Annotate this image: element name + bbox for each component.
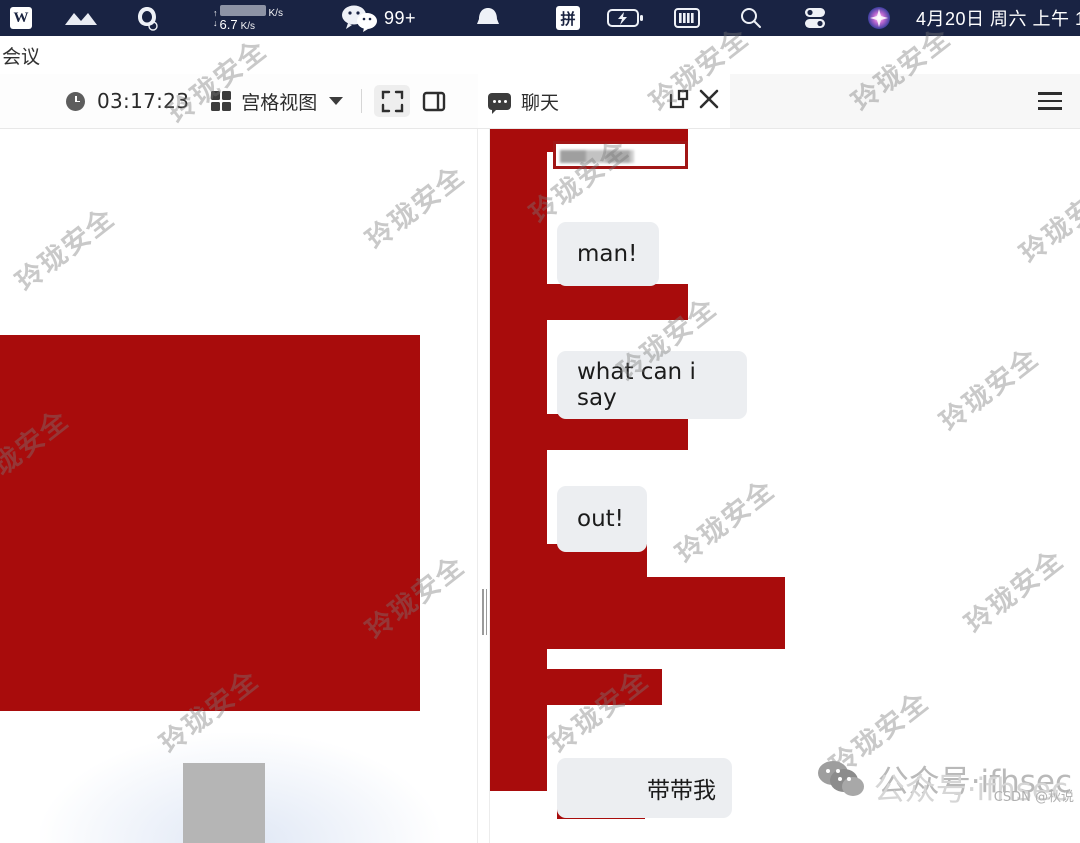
redaction-block: [547, 414, 688, 450]
redaction-block: [547, 577, 785, 649]
meeting-app-window: 会议 03:17:23 宫格视图 聊天 man! what can i say …: [0, 36, 1080, 843]
download-arrow-icon: ↓: [213, 18, 218, 28]
mountain-icon-svg: [65, 13, 97, 25]
wechat-dot: [837, 776, 842, 781]
network-arrows: ↑ ↓: [213, 8, 218, 28]
chat-header-actions: [668, 88, 730, 115]
toolbar-right-strip: [730, 74, 1080, 128]
toolbar-left-group: 03:17:23 宫格视图: [0, 74, 452, 128]
redaction-block: [547, 669, 662, 705]
fullscreen-button[interactable]: [374, 85, 411, 117]
wechat-unread-badge: 99+: [383, 7, 417, 28]
menu-bar-left-icons: W ↑ ↓ K/s 6.7 K/s 99+ 拼: [0, 0, 598, 36]
redaction-block: [0, 335, 420, 711]
video-stage[interactable]: [0, 129, 477, 843]
battery-charging-icon-svg: [607, 9, 643, 27]
hamburger-menu-icon[interactable]: [1032, 74, 1068, 128]
chat-panel-title: 聊天: [521, 91, 560, 114]
search-icon[interactable]: [720, 0, 782, 36]
split-view-icon: [423, 91, 446, 111]
input-method-glyph: 拼: [556, 6, 580, 30]
blurred-name: [560, 150, 634, 163]
wechat-dot: [846, 776, 851, 781]
video-placeholder-block: [183, 763, 265, 843]
network-values: K/s 6.7 K/s: [219, 4, 283, 32]
upload-value-obscured: [219, 4, 266, 16]
hamburger-line: [1038, 92, 1062, 95]
csdn-credit: CSDN @秋说: [993, 790, 1074, 805]
siri-icon[interactable]: [848, 0, 910, 36]
grid-cell: [222, 102, 232, 111]
bell-icon-svg: [477, 8, 499, 24]
chat-panel[interactable]: man! what can i say out! 带带我: [490, 129, 1080, 843]
view-mode-label[interactable]: 宫格视图: [241, 88, 317, 115]
hamburger-line: [1038, 107, 1062, 110]
qq-icon-svg: [138, 7, 158, 31]
bell-icon[interactable]: [438, 0, 538, 36]
macos-menu-bar: W ↑ ↓ K/s 6.7 K/s 99+ 拼 4月20日 周六 上午: [0, 0, 1080, 36]
clock-icon: [66, 91, 85, 111]
siri-icon-svg: [868, 7, 890, 29]
bubble-dot: [498, 99, 501, 103]
wechat-dot: [835, 768, 840, 773]
bubble-dot: [503, 99, 507, 103]
battery-full-icon[interactable]: [654, 0, 720, 36]
grid-cell: [222, 91, 232, 100]
wechat-status-item[interactable]: 99+: [318, 0, 438, 36]
redaction-block: [547, 284, 688, 320]
battery-charging-icon[interactable]: [598, 0, 654, 36]
network-speed: ↑ ↓ K/s 6.7 K/s: [213, 4, 283, 32]
grid-cell: [211, 102, 221, 111]
window-titlebar: 会议: [0, 36, 1080, 74]
download-row: 6.7 K/s: [219, 16, 283, 32]
chat-bubble-icon: [488, 92, 511, 114]
grid-cell: [211, 91, 221, 100]
chevron-down-icon[interactable]: [329, 97, 344, 105]
download-unit: K/s: [240, 20, 256, 32]
grip-line: [485, 589, 487, 635]
battery-full-icon-svg: [674, 8, 700, 28]
wechat-icon: [341, 5, 377, 32]
close-button[interactable]: [698, 88, 720, 115]
upload-unit: K/s: [268, 7, 283, 19]
meeting-content-area: man! what can i say out! 带带我: [0, 129, 1080, 843]
mountain-icon[interactable]: [46, 0, 116, 36]
chat-message-bubble[interactable]: man!: [557, 222, 659, 286]
menu-bar-clock[interactable]: 4月20日 周六 上午 12:19: [916, 5, 1080, 31]
close-icon: [699, 89, 719, 108]
grip-line: [482, 589, 484, 635]
splitter-grip-icon: [482, 589, 487, 635]
toolbar-divider: [361, 89, 363, 113]
wechat-bubble-3: [841, 776, 864, 796]
upload-arrow-icon: ↑: [213, 8, 218, 18]
chat-message-bubble[interactable]: out!: [557, 486, 647, 552]
redacted-sender-name: [553, 141, 688, 169]
hamburger-line: [1038, 99, 1062, 103]
wps-icon-glyph: W: [10, 7, 32, 29]
qq-icon[interactable]: [116, 0, 178, 36]
fullscreen-icon: [381, 90, 403, 112]
network-speed-indicator[interactable]: ↑ ↓ K/s 6.7 K/s: [178, 0, 318, 36]
menu-bar-right-icons: 4月20日 周六 上午 12:19: [598, 0, 1080, 36]
bubble-dot: [492, 99, 496, 103]
redaction-block: [490, 129, 547, 791]
pop-out-button[interactable]: [668, 88, 690, 115]
grid-view-icon[interactable]: [211, 91, 232, 111]
input-method-icon[interactable]: 拼: [538, 0, 598, 36]
wechat-watermark-icon: [817, 759, 876, 799]
pop-out-icon: [669, 89, 689, 108]
page-title: 会议: [2, 45, 41, 68]
wps-icon[interactable]: W: [0, 0, 46, 36]
download-value: 6.7: [219, 16, 238, 32]
chat-message-bubble[interactable]: 带带我: [557, 758, 732, 818]
meeting-timer: 03:17:23: [97, 89, 190, 113]
chat-message-bubble[interactable]: what can i say: [557, 351, 747, 419]
chat-panel-header: 聊天: [478, 74, 730, 128]
control-center-icon-svg: [805, 8, 825, 28]
wechat-dot: [825, 768, 830, 773]
search-icon-svg: [741, 8, 761, 28]
panel-splitter[interactable]: [477, 129, 490, 843]
split-view-button[interactable]: [416, 85, 452, 117]
control-center-icon[interactable]: [782, 0, 848, 36]
